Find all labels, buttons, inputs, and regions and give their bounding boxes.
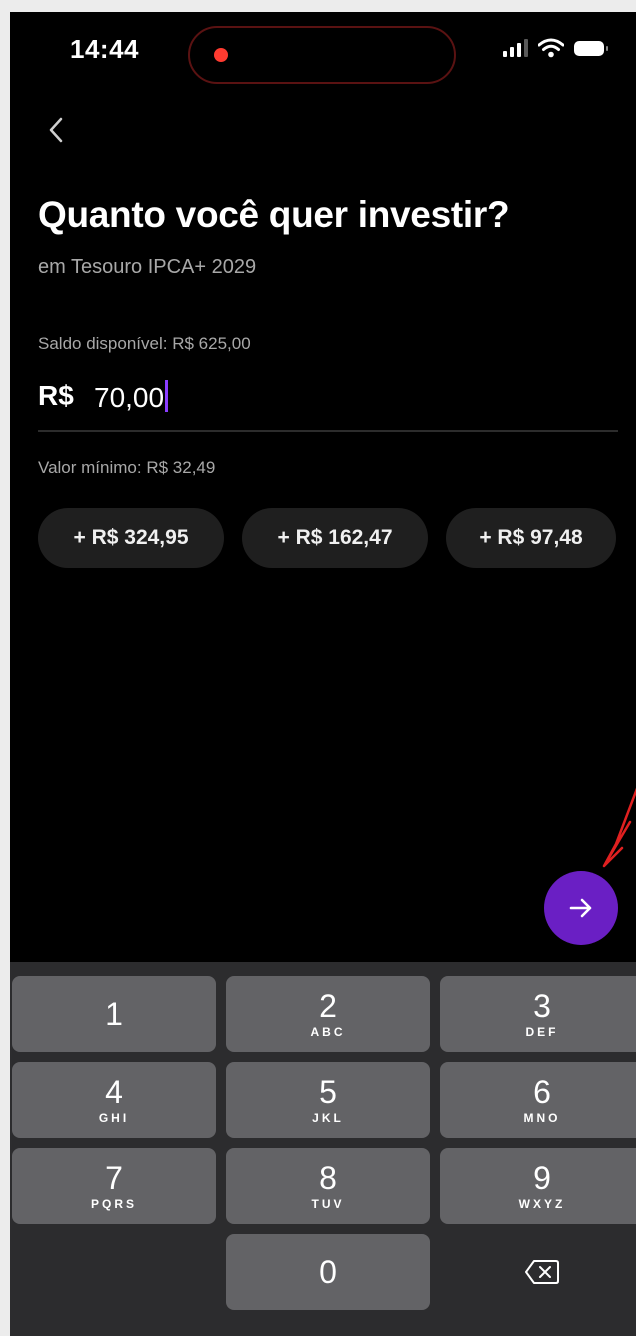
keypad-key-2[interactable]: 2 ABC [226,976,430,1052]
key-number: 7 [105,1160,123,1196]
quick-amount-chip[interactable]: + R$ 97,48 [446,508,616,568]
amount-input[interactable]: R$ 70,00 [38,374,618,432]
status-icons [503,38,608,58]
key-letters: JKL [312,1111,344,1125]
keypad-key-8[interactable]: 8 TUV [226,1148,430,1224]
available-balance-label: Saldo disponível: R$ 625,00 [38,334,251,353]
key-number: 4 [105,1074,123,1110]
key-letters: ABC [310,1025,346,1039]
quick-amount-chip[interactable]: + R$ 324,95 [38,508,224,568]
key-number: 1 [105,996,123,1032]
wifi-icon [538,38,564,58]
keypad-key-4[interactable]: 4 GHI [12,1062,216,1138]
key-number: 9 [533,1160,551,1196]
key-letters: PQRS [90,1197,137,1211]
amount-value: 70,00 [94,380,169,414]
amount-value-text: 70,00 [94,382,165,413]
keypad-key-9[interactable]: 9 WXYZ [440,1148,636,1224]
keypad-key-3[interactable]: 3 DEF [440,976,636,1052]
key-letters: GHI [98,1111,130,1125]
recording-dot [214,48,228,62]
arrow-right-icon [569,898,592,918]
status-time: 14:44 [70,34,139,64]
backspace-icon [525,1260,559,1284]
key-number: 5 [319,1074,337,1110]
keypad-key-5[interactable]: 5 JKL [226,1062,430,1138]
keypad-key-1[interactable]: 1 [12,976,216,1052]
page-title: Quanto você quer investir? [38,194,510,235]
dynamic-island [188,26,456,84]
key-number: 0 [319,1254,337,1290]
numeric-keypad: 1 2 ABC 3 DEF 4 GHI 5 JKL 6 MNO 7 PQRS 8… [10,962,636,1336]
page-subtitle: em Tesouro IPCA+ 2029 [38,256,257,278]
key-number: 3 [533,988,551,1024]
annotation-arrow-icon [602,787,636,868]
back-chevron-icon [49,117,63,143]
key-number: 2 [319,988,337,1024]
text-caret [165,380,169,412]
key-letters: MNO [523,1111,561,1125]
continue-button[interactable] [544,871,618,945]
key-number: 6 [533,1074,551,1110]
key-letters: WXYZ [518,1197,566,1211]
minimum-value-label: Valor mínimo: R$ 32,49 [38,458,216,477]
signal-icon [503,39,528,57]
backspace-key[interactable] [440,1234,636,1310]
keypad-key-6[interactable]: 6 MNO [440,1062,636,1138]
currency-prefix: R$ [38,380,74,411]
back-button[interactable] [36,108,76,152]
phone-screen: 14:44 Quanto você quer investir? em Teso… [10,12,636,1336]
keypad-key-7[interactable]: 7 PQRS [12,1148,216,1224]
battery-icon [574,40,608,56]
key-number: 8 [319,1160,337,1196]
quick-amount-chip[interactable]: + R$ 162,47 [242,508,428,568]
keypad-key-0[interactable]: 0 [226,1234,430,1310]
key-letters: TUV [311,1197,345,1211]
key-letters: DEF [525,1025,559,1039]
